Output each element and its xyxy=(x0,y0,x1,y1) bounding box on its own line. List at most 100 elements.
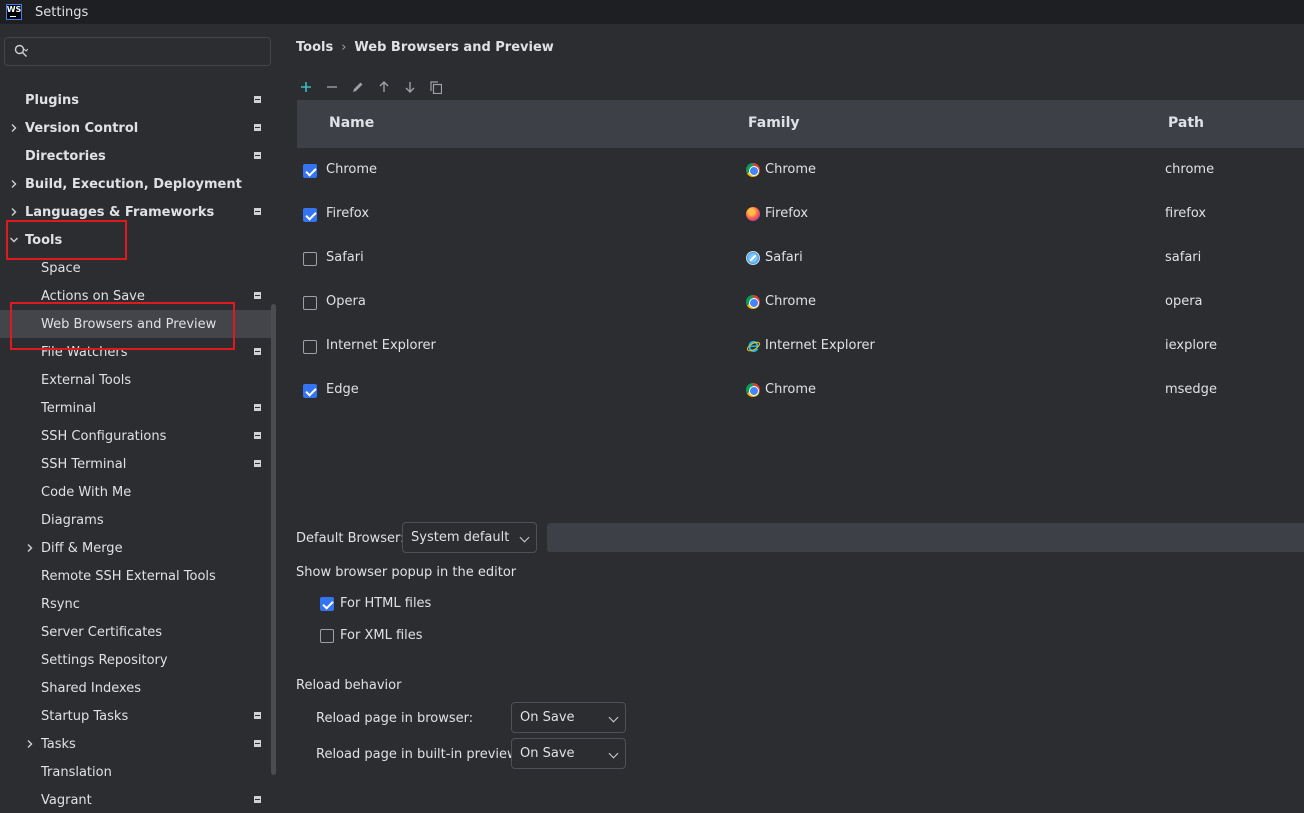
breadcrumb-parent[interactable]: Tools xyxy=(296,40,333,55)
sidebar-item-startup-tasks[interactable]: Startup Tasks xyxy=(0,702,272,730)
highlight-box-tools xyxy=(6,220,127,260)
browser-family-cell[interactable]: Chrome xyxy=(765,162,816,177)
sidebar-item-label: Build, Execution, Deployment xyxy=(25,176,242,192)
sidebar-item-translation[interactable]: Translation xyxy=(0,758,272,786)
browser-family-cell[interactable]: Safari xyxy=(765,250,803,265)
table-row[interactable]: Firefox Firefox firefox xyxy=(297,193,1304,237)
sidebar-item-build-execution-deployment[interactable]: Build, Execution, Deployment xyxy=(0,170,272,198)
move-up-button[interactable] xyxy=(378,78,404,96)
browser-name-cell[interactable]: Safari xyxy=(326,250,364,265)
popup-section-label: Show browser popup in the editor xyxy=(296,565,517,580)
reload-preview-value: On Save xyxy=(520,746,575,761)
sidebar-item-label: Terminal xyxy=(41,400,96,416)
browser-name-cell[interactable]: Opera xyxy=(326,294,366,309)
sidebar-item-rsync[interactable]: Rsync xyxy=(0,590,272,618)
table-row[interactable]: Opera Chrome opera xyxy=(297,281,1304,325)
browser-name-cell[interactable]: Internet Explorer xyxy=(326,338,436,353)
project-level-icon xyxy=(254,432,261,439)
browser-active-checkbox[interactable] xyxy=(303,296,317,310)
firefox-icon xyxy=(746,207,760,221)
chevron-right-icon[interactable] xyxy=(25,739,35,749)
project-level-icon xyxy=(254,404,261,411)
remove-icon xyxy=(327,86,337,88)
chevron-right-icon[interactable] xyxy=(9,123,19,133)
browser-name-cell[interactable]: Firefox xyxy=(326,206,369,221)
chrome-icon xyxy=(746,163,760,177)
table-row[interactable]: Internet Explorer Internet Explorer iexplo… xyxy=(297,325,1304,369)
column-header-family[interactable]: Family xyxy=(748,115,800,131)
copy-button[interactable] xyxy=(430,78,456,96)
reload-browser-select[interactable]: On Save xyxy=(511,702,626,733)
sidebar-item-diagrams[interactable]: Diagrams xyxy=(0,506,272,534)
sidebar-item-ssh-terminal[interactable]: SSH Terminal xyxy=(0,450,272,478)
sidebar-item-server-certificates[interactable]: Server Certificates xyxy=(0,618,272,646)
reload-preview-select[interactable]: On Save xyxy=(511,738,626,769)
browser-path-cell[interactable]: iexplore xyxy=(1165,338,1217,353)
default-browser-select[interactable]: System default xyxy=(402,522,537,553)
sidebar-scrollbar[interactable] xyxy=(271,304,276,775)
table-row[interactable]: Chrome Chrome chrome xyxy=(297,149,1304,193)
browser-path-cell[interactable]: chrome xyxy=(1165,162,1214,177)
chevron-right-icon[interactable] xyxy=(25,543,35,553)
sidebar-item-label: Space xyxy=(41,260,81,276)
column-header-name[interactable]: Name xyxy=(329,115,374,131)
sidebar-item-code-with-me[interactable]: Code With Me xyxy=(0,478,272,506)
browser-name-cell[interactable]: Chrome xyxy=(326,162,377,177)
browser-active-checkbox[interactable] xyxy=(303,208,317,222)
move-up-icon xyxy=(379,81,389,92)
column-header-path[interactable]: Path xyxy=(1168,115,1204,131)
settings-main-panel: Tools › Web Browsers and Preview Name Fa… xyxy=(280,24,1304,813)
browser-family-cell[interactable]: Firefox xyxy=(765,206,808,221)
sidebar-item-external-tools[interactable]: External Tools xyxy=(0,366,272,394)
table-row[interactable]: Edge Chrome msedge xyxy=(297,369,1304,413)
table-row[interactable]: Safari Safari safari xyxy=(297,237,1304,281)
browser-family-cell[interactable]: Chrome xyxy=(765,294,816,309)
move-down-icon xyxy=(405,82,415,93)
sidebar-item-terminal[interactable]: Terminal xyxy=(0,394,272,422)
browser-active-checkbox[interactable] xyxy=(303,252,317,266)
sidebar-item-settings-repository[interactable]: Settings Repository xyxy=(0,646,272,674)
browser-family-cell[interactable]: Internet Explorer xyxy=(765,338,875,353)
chrome-icon xyxy=(746,383,760,397)
move-down-button[interactable] xyxy=(404,78,430,96)
chevron-right-icon[interactable] xyxy=(9,207,19,217)
chrome-icon xyxy=(746,295,760,309)
xml-files-label[interactable]: For XML files xyxy=(340,628,423,643)
xml-files-checkbox[interactable] xyxy=(320,629,334,643)
browser-path-cell[interactable]: msedge xyxy=(1165,382,1217,397)
browser-active-checkbox[interactable] xyxy=(303,384,317,398)
sidebar-item-label: SSH Configurations xyxy=(41,428,167,444)
html-files-label[interactable]: For HTML files xyxy=(340,596,431,611)
html-files-checkbox[interactable] xyxy=(320,597,334,611)
reload-browser-label: Reload page in browser: xyxy=(316,711,474,726)
browser-active-checkbox[interactable] xyxy=(303,340,317,354)
remove-button[interactable] xyxy=(326,78,352,96)
settings-search-input[interactable] xyxy=(4,37,271,66)
sidebar-item-ssh-configurations[interactable]: SSH Configurations xyxy=(0,422,272,450)
sidebar-item-plugins[interactable]: Plugins xyxy=(0,86,272,114)
browser-name-cell[interactable]: Edge xyxy=(326,382,359,397)
sidebar-item-vagrant[interactable]: Vagrant xyxy=(0,786,272,813)
add-button[interactable] xyxy=(300,78,326,96)
default-browser-path-field[interactable] xyxy=(547,523,1304,552)
browser-path-cell[interactable]: opera xyxy=(1165,294,1203,309)
chevron-right-icon[interactable] xyxy=(9,179,19,189)
sidebar-item-remote-ssh-external-tools[interactable]: Remote SSH External Tools xyxy=(0,562,272,590)
sidebar-item-shared-indexes[interactable]: Shared Indexes xyxy=(0,674,272,702)
sidebar-item-diff-merge[interactable]: Diff & Merge xyxy=(0,534,272,562)
sidebar-item-version-control[interactable]: Version Control xyxy=(0,114,272,142)
project-level-icon xyxy=(254,208,261,215)
edit-button[interactable] xyxy=(352,78,378,96)
browser-path-cell[interactable]: firefox xyxy=(1165,206,1206,221)
sidebar-item-label: Shared Indexes xyxy=(41,680,142,696)
browser-family-cell[interactable]: Chrome xyxy=(765,382,816,397)
sidebar-item-label: Startup Tasks xyxy=(41,708,129,724)
browser-path-cell[interactable]: safari xyxy=(1165,250,1201,265)
sidebar-item-label: SSH Terminal xyxy=(41,456,127,472)
sidebar-item-label: Version Control xyxy=(25,120,139,136)
project-level-icon xyxy=(254,712,261,719)
sidebar-item-directories[interactable]: Directories xyxy=(0,142,272,170)
browser-active-checkbox[interactable] xyxy=(303,164,317,178)
sidebar-item-tasks[interactable]: Tasks xyxy=(0,730,272,758)
chevron-down-icon xyxy=(608,748,619,759)
